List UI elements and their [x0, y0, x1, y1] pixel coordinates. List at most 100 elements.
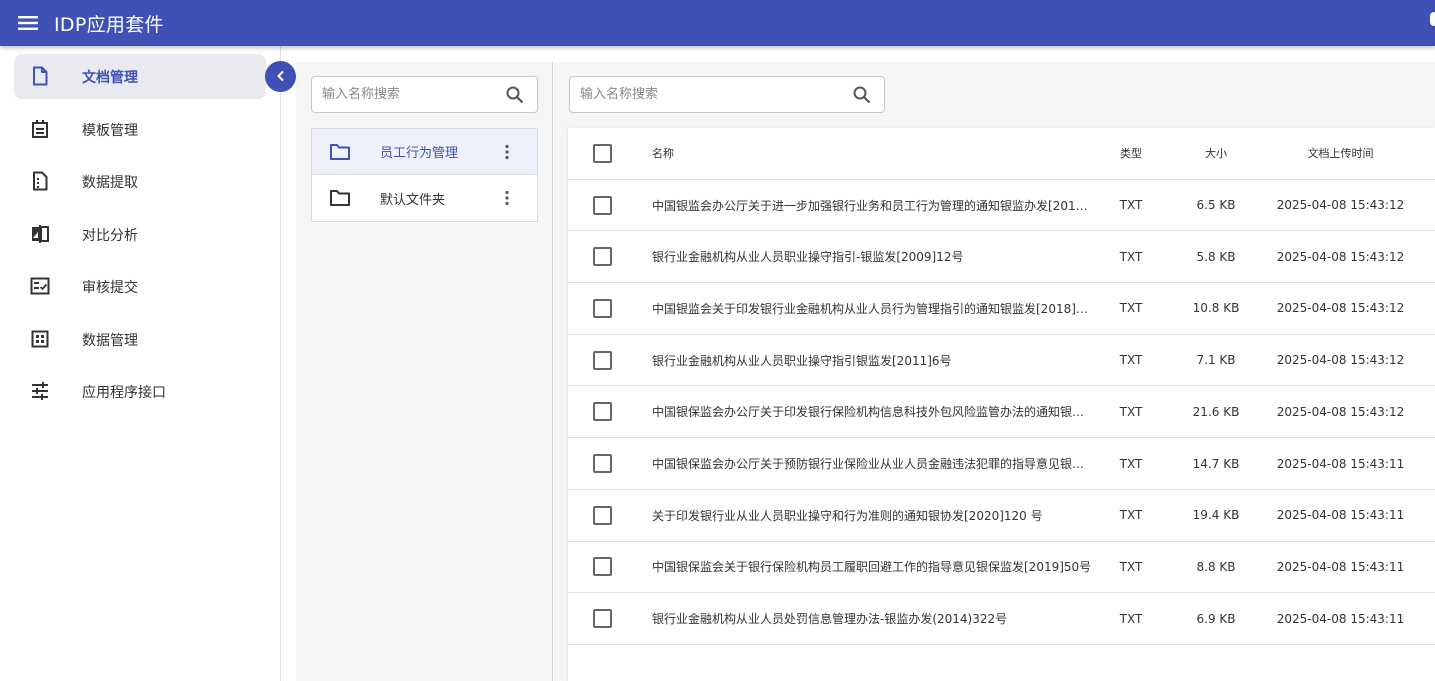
document-name[interactable]: 中国银保监会办公厅关于预防银行业保险业从业人员金融违法犯罪的指导意见银…	[652, 455, 1092, 472]
column-header-size[interactable]: 大小	[1180, 128, 1252, 179]
app-bar: IDP应用套件	[0, 0, 1435, 46]
document-icon	[29, 65, 51, 87]
document-upload-time: 2025-04-08 15:43:12	[1276, 301, 1405, 316]
table-row[interactable]: 关于印发银行业从业人员职业操守和行为准则的通知银协发[2020]120 号 TXT…	[568, 490, 1435, 542]
sidebar-item-label: 应用程序接口	[82, 384, 166, 401]
folder-item-default[interactable]: 默认文件夹	[312, 175, 537, 221]
calendar-template-icon	[29, 118, 51, 140]
sidebar-item-review-submit[interactable]: 审核提交	[14, 264, 266, 309]
grid-data-icon	[29, 328, 51, 350]
folder-search-box	[311, 76, 538, 113]
sidebar-item-label: 模板管理	[82, 122, 138, 139]
search-icon[interactable]	[505, 85, 525, 105]
row-checkbox[interactable]	[593, 195, 612, 215]
document-upload-time: 2025-04-08 15:43:11	[1276, 508, 1405, 523]
document-name[interactable]: 关于印发银行业从业人员职业操守和行为准则的通知银协发[2020]120 号	[652, 507, 1092, 524]
document-upload-time: 2025-04-08 15:43:12	[1276, 353, 1405, 368]
document-size: 5.8 KB	[1196, 249, 1236, 264]
row-checkbox[interactable]	[593, 298, 612, 318]
folder-icon	[329, 142, 351, 162]
column-header-type[interactable]: 类型	[1108, 128, 1154, 179]
folder-panel: 员工行为管理 默认文件夹	[296, 62, 553, 681]
document-type: TXT	[1119, 508, 1143, 523]
table-row[interactable]: 银行业金融机构从业人员职业操守指引-银监发[2009]12号 TXT 5.8 KB 2…	[568, 231, 1435, 284]
review-checklist-icon	[29, 275, 51, 297]
data-extract-icon	[29, 170, 51, 192]
folder-icon	[329, 188, 351, 208]
document-type: TXT	[1119, 249, 1143, 264]
document-upload-time: 2025-04-08 15:43:11	[1276, 456, 1405, 471]
row-checkbox[interactable]	[593, 402, 612, 422]
table-row[interactable]: 中国银保监会办公厅关于印发银行保险机构信息科技外包风险监管办法的通知银… TXT 2…	[568, 387, 1435, 439]
sidebar-item-data-management[interactable]: 数据管理	[14, 317, 266, 362]
table-row[interactable]: 银行业金融机构从业人员处罚信息管理办法-银监办发(2014)322号 TXT 6.9…	[568, 593, 1435, 645]
search-icon[interactable]	[852, 85, 872, 105]
document-name[interactable]: 银行业金融机构从业人员职业操守指引银监发[2011]6号	[652, 352, 1092, 369]
document-size: 7.1 KB	[1196, 353, 1236, 368]
sidebar-item-api[interactable]: 应用程序接口	[14, 369, 266, 414]
document-table: 名称 类型 大小 文档上传时间 中国银监会办公厅关于进一步加强银行业务和员工行为…	[568, 128, 1435, 681]
folder-list: 员工行为管理 默认文件夹	[311, 128, 538, 222]
folder-item-employee-conduct[interactable]: 员工行为管理	[312, 129, 537, 175]
table-row[interactable]: 中国银监会办公厅关于进一步加强银行业务和员工行为管理的通知银监办发[2012]……	[568, 180, 1435, 232]
appbar-edge-control[interactable]	[1430, 12, 1435, 26]
document-size: 10.8 KB	[1192, 301, 1240, 316]
column-header-upload-time[interactable]: 文档上传时间	[1268, 128, 1413, 179]
row-checkbox[interactable]	[593, 247, 612, 267]
table-row[interactable]: 中国银监会关于印发银行业金融机构从业人员行为管理指引的通知银监发[2018]9号…	[568, 283, 1435, 335]
compare-icon	[29, 223, 51, 245]
document-type: TXT	[1119, 301, 1143, 316]
table-row[interactable]: 银行业金融机构从业人员职业操守指引银监发[2011]6号 TXT 7.1 KB 202…	[568, 335, 1435, 387]
row-checkbox[interactable]	[593, 454, 612, 474]
document-size: 14.7 KB	[1192, 456, 1240, 471]
document-size: 8.8 KB	[1196, 559, 1236, 574]
document-name[interactable]: 银行业金融机构从业人员处罚信息管理办法-银监办发(2014)322号	[652, 610, 1092, 627]
more-vertical-icon[interactable]	[499, 190, 515, 206]
sidebar-item-label: 数据管理	[82, 332, 138, 349]
document-size: 21.6 KB	[1192, 404, 1240, 419]
column-header-name[interactable]: 名称	[652, 128, 1092, 179]
document-name[interactable]: 中国银监会办公厅关于进一步加强银行业务和员工行为管理的通知银监办发[2012]…	[652, 197, 1092, 214]
sidebar-item-compare-analysis[interactable]: 对比分析	[14, 212, 266, 257]
document-upload-time: 2025-04-08 15:43:12	[1276, 404, 1405, 419]
document-search-input[interactable]	[570, 77, 840, 112]
more-vertical-icon[interactable]	[499, 144, 515, 160]
document-type: TXT	[1119, 198, 1143, 213]
document-search-box	[569, 76, 885, 113]
table-row[interactable]: 中国银保监会办公厅关于预防银行业保险业从业人员金融违法犯罪的指导意见银… TXT 1…	[568, 438, 1435, 490]
sidebar-item-data-extraction[interactable]: 数据提取	[14, 159, 266, 204]
select-all-checkbox[interactable]	[593, 143, 612, 163]
document-type: TXT	[1119, 404, 1143, 419]
sidebar-item-template-management[interactable]: 模板管理	[14, 107, 266, 152]
document-name[interactable]: 中国银保监会办公厅关于印发银行保险机构信息科技外包风险监管办法的通知银…	[652, 403, 1092, 420]
folder-search-input[interactable]	[312, 77, 502, 112]
sidebar-item-label: 数据提取	[82, 174, 138, 191]
document-size: 19.4 KB	[1192, 508, 1240, 523]
document-size: 6.9 KB	[1196, 611, 1236, 626]
collapse-sidebar-button[interactable]	[265, 61, 296, 92]
sidebar-item-label: 审核提交	[82, 279, 138, 296]
sliders-api-icon	[29, 380, 51, 402]
document-name[interactable]: 中国银保监会关于银行保险机构员工履职回避工作的指导意见银保监发[2019]50号	[652, 558, 1092, 575]
app-title: IDP应用套件	[54, 13, 164, 36]
row-checkbox[interactable]	[593, 505, 612, 525]
document-panel: 名称 类型 大小 文档上传时间 中国银监会办公厅关于进一步加强银行业务和员工行为…	[554, 62, 1435, 681]
document-upload-time: 2025-04-08 15:43:12	[1276, 249, 1405, 264]
row-checkbox[interactable]	[593, 557, 612, 577]
document-upload-time: 2025-04-08 15:43:12	[1276, 198, 1405, 213]
document-name[interactable]: 银行业金融机构从业人员职业操守指引-银监发[2009]12号	[652, 248, 1092, 265]
document-type: TXT	[1119, 611, 1143, 626]
menu-icon[interactable]	[14, 9, 42, 37]
row-checkbox[interactable]	[593, 609, 612, 629]
sidebar-item-document-management[interactable]: 文档管理	[14, 54, 266, 99]
table-row[interactable]: 中国银保监会关于银行保险机构员工履职回避工作的指导意见银保监发[2019]50号…	[568, 542, 1435, 594]
table-header: 名称 类型 大小 文档上传时间	[568, 128, 1435, 180]
document-name[interactable]: 中国银监会关于印发银行业金融机构从业人员行为管理指引的通知银监发[2018]9号…	[652, 300, 1092, 317]
folder-label: 员工行为管理	[380, 146, 459, 161]
sidebar-item-label: 文档管理	[82, 69, 138, 86]
document-size: 6.5 KB	[1196, 198, 1236, 213]
row-checkbox[interactable]	[593, 350, 612, 370]
chevron-left-icon	[275, 67, 287, 86]
document-type: TXT	[1119, 353, 1143, 368]
sidebar: 文档管理 模板管理 数据提取 对比分析 审核提交 数据管理 应用程序接口	[0, 46, 281, 681]
